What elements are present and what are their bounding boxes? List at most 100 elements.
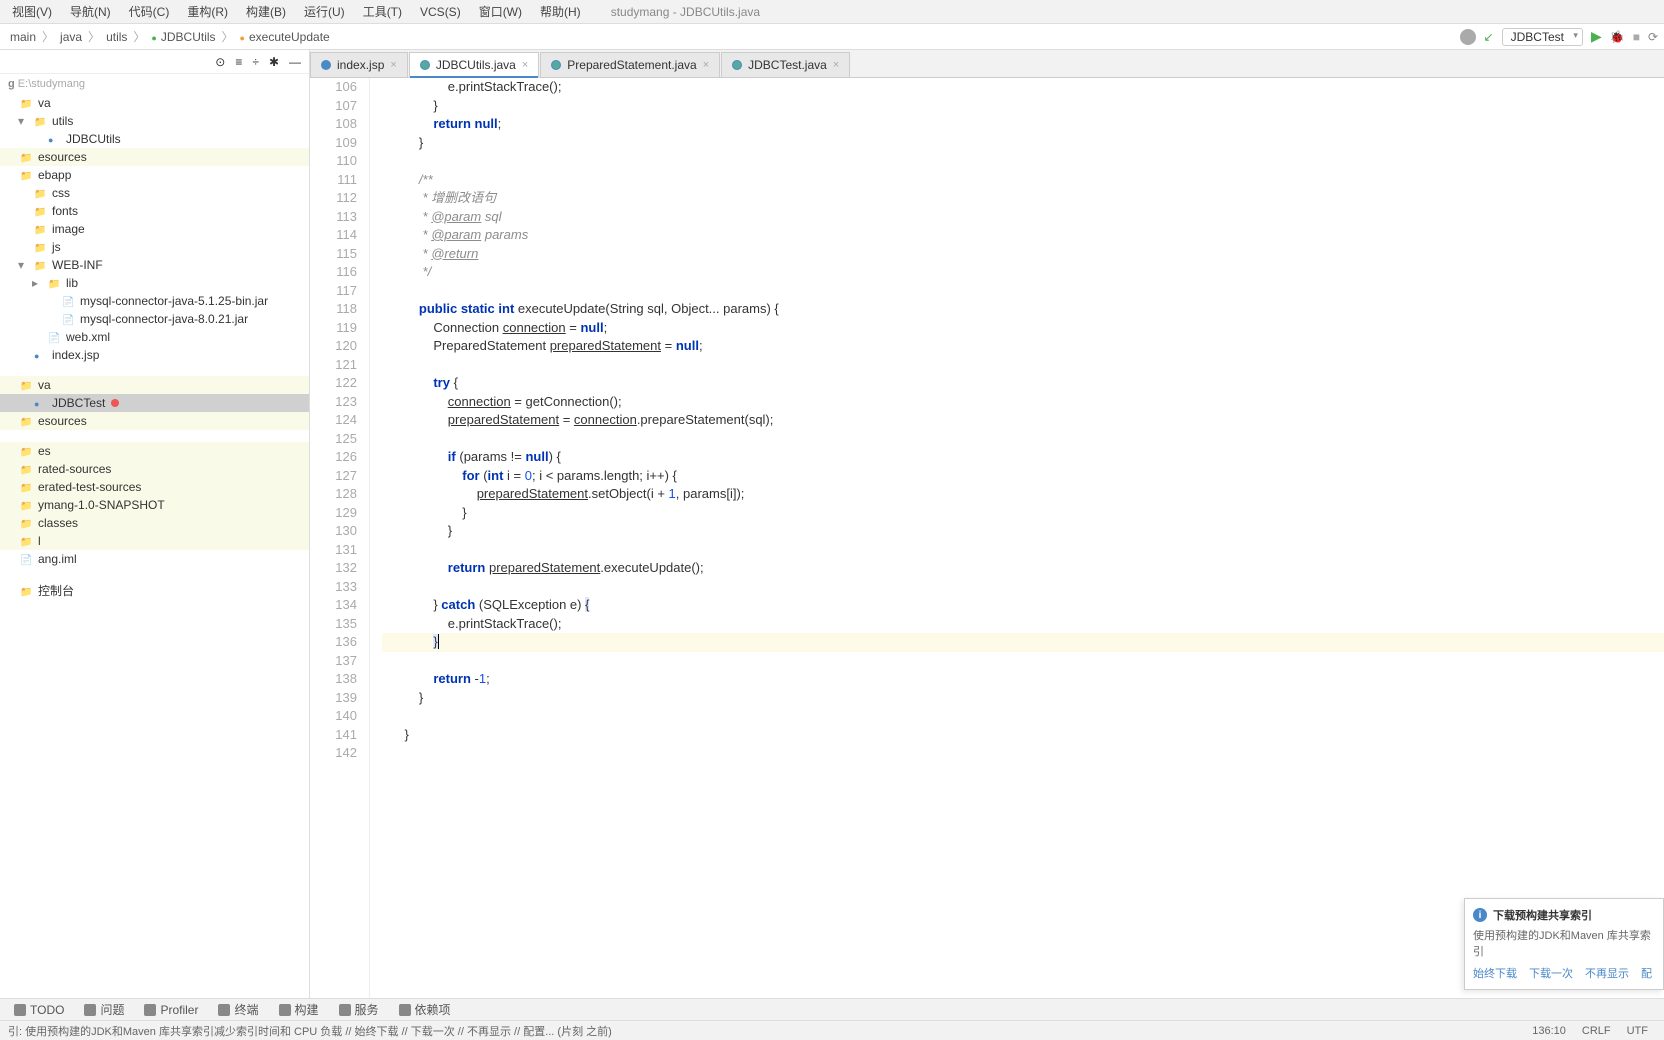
debug-button[interactable]: 🐞	[1610, 30, 1625, 44]
tree-item[interactable]: 控制台	[0, 580, 309, 601]
menu-vcs[interactable]: VCS(S)	[412, 3, 469, 21]
tree-item[interactable]: va	[0, 94, 309, 112]
bottom-tool-window-bar: TODO 问题 Profiler 终端 构建 服务 依赖项	[0, 998, 1664, 1020]
tree-item[interactable]: classes	[0, 514, 309, 532]
folder-icon	[20, 444, 32, 458]
tool-profiler[interactable]: Profiler	[136, 1001, 206, 1019]
tree-item[interactable]: fonts	[0, 202, 309, 220]
tree-item[interactable]: ymang-1.0-SNAPSHOT	[0, 496, 309, 514]
menu-window[interactable]: 窗口(W)	[471, 1, 530, 22]
close-icon[interactable]: ×	[703, 59, 709, 71]
tree-item[interactable]: erated-test-sources	[0, 478, 309, 496]
tree-item[interactable]: es	[0, 442, 309, 460]
search-icon[interactable]: ⟳	[1648, 30, 1658, 44]
tree-item-label: fonts	[52, 204, 78, 218]
info-icon: i	[1473, 908, 1487, 922]
build-icon[interactable]: ↙	[1484, 30, 1494, 44]
hide-icon[interactable]: —	[289, 55, 301, 69]
notification-title: 下载预构建共享索引	[1493, 907, 1592, 923]
menu-navigate[interactable]: 导航(N)	[62, 1, 119, 22]
close-icon[interactable]: ×	[833, 59, 839, 71]
tree-item[interactable]: esources	[0, 148, 309, 166]
tree-item[interactable]: image	[0, 220, 309, 238]
close-icon[interactable]: ×	[390, 59, 396, 71]
menu-build[interactable]: 构建(B)	[238, 1, 294, 22]
tool-services[interactable]: 服务	[331, 999, 387, 1020]
tree-item-label: erated-test-sources	[38, 480, 141, 494]
menu-run[interactable]: 运行(U)	[296, 1, 353, 22]
code-content[interactable]: e.printStackTrace(); } return null; } /*…	[382, 78, 1664, 998]
tree-item-label: js	[52, 240, 61, 254]
crumb-method[interactable]: executeUpdate	[236, 30, 334, 44]
tree-item[interactable]: css	[0, 184, 309, 202]
tree-item[interactable]: ▾WEB-INF	[0, 256, 309, 274]
status-encoding[interactable]: UTF	[1619, 1025, 1656, 1037]
tool-terminal[interactable]: 终端	[210, 999, 266, 1020]
tool-problems[interactable]: 问题	[76, 999, 132, 1020]
error-badge-icon	[111, 399, 119, 407]
tree-item[interactable]: js	[0, 238, 309, 256]
notification-action-config[interactable]: 配	[1641, 965, 1652, 981]
status-position[interactable]: 136:10	[1524, 1025, 1574, 1037]
navigation-bar: main〉 java〉 utils〉 JDBCUtils〉 executeUpd…	[0, 24, 1664, 50]
tree-item[interactable]: va	[0, 376, 309, 394]
notification-action-once[interactable]: 下载一次	[1529, 965, 1573, 981]
sidebar-toolbar: ⊙ ≡ ÷ ✱ —	[0, 50, 309, 74]
tree-item[interactable]: web.xml	[0, 328, 309, 346]
tab-label: JDBCTest.java	[748, 58, 827, 72]
tree-item[interactable]: JDBCTest	[0, 394, 309, 412]
collapse-icon[interactable]: ÷	[252, 55, 259, 69]
tree-item[interactable]: l	[0, 532, 309, 550]
tool-todo[interactable]: TODO	[6, 1001, 72, 1019]
tree-item-label: ang.iml	[38, 552, 77, 566]
settings-icon[interactable]: ✱	[269, 55, 279, 69]
avatar-icon[interactable]	[1460, 29, 1476, 45]
menu-view[interactable]: 视图(V)	[4, 1, 60, 22]
run-config-selector[interactable]: JDBCTest	[1502, 28, 1583, 46]
editor-tab[interactable]: index.jsp×	[310, 52, 408, 77]
notification-action-always[interactable]: 始终下载	[1473, 965, 1517, 981]
tool-dependencies[interactable]: 依赖项	[391, 999, 459, 1020]
tree-item[interactable]: mysql-connector-java-8.0.21.jar	[0, 310, 309, 328]
folder-icon	[20, 480, 32, 494]
notification-action-never[interactable]: 不再显示	[1585, 965, 1629, 981]
fold-gutter[interactable]	[370, 78, 382, 998]
locate-icon[interactable]: ⊙	[215, 55, 225, 69]
stop-button[interactable]: ■	[1633, 30, 1640, 44]
code-editor[interactable]: 1061071081091101111121131141151161171181…	[310, 78, 1664, 998]
file-icon	[62, 312, 74, 326]
tree-item[interactable]: ebapp	[0, 166, 309, 184]
tab-label: PreparedStatement.java	[567, 58, 696, 72]
expand-icon[interactable]: ≡	[235, 55, 242, 69]
editor-tab[interactable]: JDBCUtils.java×	[409, 52, 539, 78]
menu-refactor[interactable]: 重构(R)	[179, 1, 236, 22]
crumb-main[interactable]: main	[6, 30, 40, 44]
tree-item[interactable]: index.jsp	[0, 346, 309, 364]
project-root[interactable]: g E:\studymang	[0, 74, 309, 94]
editor-tab[interactable]: PreparedStatement.java ×	[540, 52, 720, 77]
menu-tools[interactable]: 工具(T)	[355, 1, 410, 22]
tree-item[interactable]: ▸lib	[0, 274, 309, 292]
crumb-class[interactable]: JDBCUtils	[147, 30, 219, 44]
tree-item-label: image	[52, 222, 85, 236]
editor-tab[interactable]: JDBCTest.java ×	[721, 52, 850, 77]
tree-item[interactable]: ang.iml	[0, 550, 309, 568]
tree-item-label: va	[38, 96, 51, 110]
crumb-java[interactable]: java	[56, 30, 86, 44]
tree-item-label: ymang-1.0-SNAPSHOT	[38, 498, 165, 512]
tree-item-label: l	[38, 534, 41, 548]
tree-item[interactable]: rated-sources	[0, 460, 309, 478]
run-button[interactable]: ▶	[1591, 28, 1602, 45]
tree-item[interactable]: ▾utils	[0, 112, 309, 130]
close-icon[interactable]: ×	[522, 59, 528, 71]
tree-item-label: index.jsp	[52, 348, 99, 362]
tree-item[interactable]: mysql-connector-java-5.1.25-bin.jar	[0, 292, 309, 310]
crumb-utils[interactable]: utils	[102, 30, 131, 44]
status-line-separator[interactable]: CRLF	[1574, 1025, 1619, 1037]
folder-icon	[34, 204, 46, 218]
tree-item[interactable]: esources	[0, 412, 309, 430]
menu-code[interactable]: 代码(C)	[121, 1, 178, 22]
menu-help[interactable]: 帮助(H)	[532, 1, 589, 22]
tree-item[interactable]: JDBCUtils	[0, 130, 309, 148]
tool-build[interactable]: 构建	[271, 999, 327, 1020]
